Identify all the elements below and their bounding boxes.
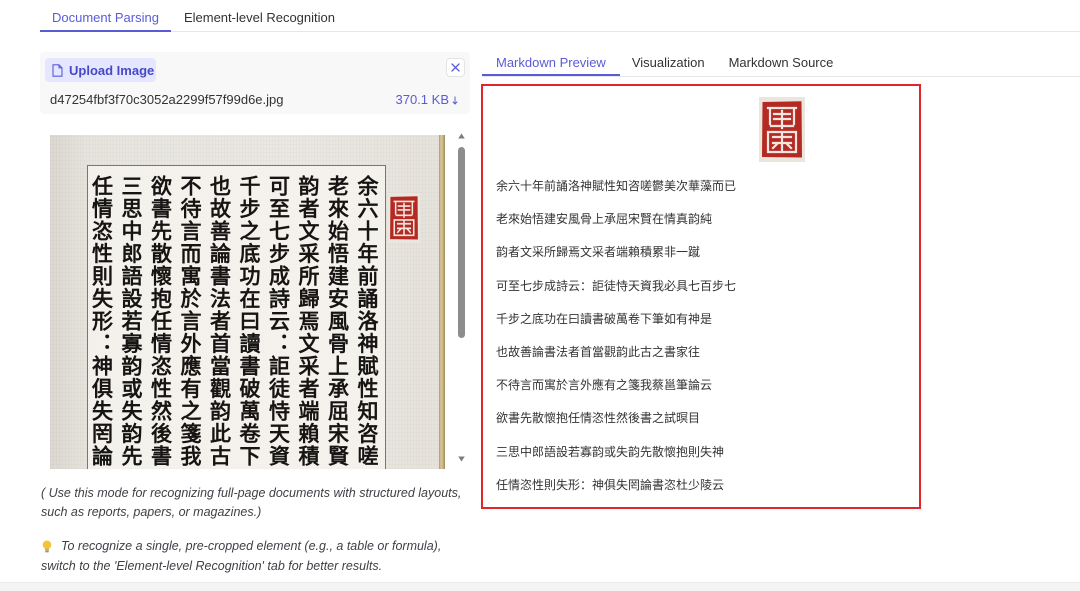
usage-tip-line: To recognize a single, pre-cropped eleme…	[61, 539, 442, 553]
calligraphy-column: 韵者文采所歸焉文采者端賴積	[296, 175, 321, 468]
mode-description-line: ( Use this mode for recognizing full-pag…	[41, 486, 462, 500]
calligraphy-column: 三思中郎語設若寡韵或失韵先	[119, 175, 144, 468]
uploaded-image: 余六十年前誦洛神賦性知咨嗟 老來始悟建安風骨上承屈宋賢 韵者文采所歸焉文采者端賴…	[50, 135, 445, 469]
scroll-down-arrow-icon[interactable]	[458, 456, 465, 462]
markdown-line: 可至七步成詩云：詎徒恃天資我必具七百步七	[496, 278, 737, 293]
calligraphy-column: 也故善論書法者首當觀韵此古	[207, 175, 233, 468]
usage-tip: To recognize a single, pre-cropped eleme…	[41, 537, 441, 576]
scrollbar-thumb[interactable]	[458, 147, 465, 338]
file-size: 370.1 KB	[395, 92, 450, 107]
calligraphy-column: 任情恣性則失形：神俱失罔論	[89, 175, 115, 468]
markdown-line: 千步之底功在曰讀書破萬卷下筆如有神是	[496, 311, 713, 326]
calligraphy-column: 欲書先散懷抱任情恣性然後書	[148, 175, 174, 468]
markdown-preview-text: 余六十年前誦洛神賦性知咨嗟鬱美次華藻而已 老來始悟建安風骨上承屈宋賢在情真韵純 …	[496, 170, 736, 502]
file-name: d47254fbf3f70c3052a2299f57f99d6e.jpg	[50, 92, 284, 107]
calligraphy-column: 不待言而寓於言外應有之箋我	[178, 175, 203, 468]
calligraphy-frame: 余六十年前誦洛神賦性知咨嗟 老來始悟建安風骨上承屈宋賢 韵者文采所歸焉文采者端賴…	[87, 165, 386, 469]
calligraphy-column: 可至七步成詩云：詎徒恃天資	[266, 175, 292, 468]
close-icon	[451, 63, 460, 72]
calligraphy-column: 余六十年前誦洛神賦性知咨嗟	[355, 175, 380, 468]
markdown-line: 也故善論書法者首當觀韵此古之書家往	[496, 344, 701, 359]
seal-image	[759, 97, 805, 162]
mode-description-line: such as reports, papers, or magazines.)	[41, 505, 262, 519]
image-preview-panel: 余六十年前誦洛神賦性知咨嗟 老來始悟建安風骨上承屈宋賢 韵者文采所歸焉文采者端賴…	[40, 120, 470, 472]
image-scrollbar[interactable]	[457, 130, 466, 470]
tab-element-level-recognition[interactable]: Element-level Recognition	[171, 0, 348, 32]
scroll-mount-edge	[439, 135, 445, 469]
scroll-up-arrow-icon[interactable]	[458, 133, 465, 139]
markdown-line: 欲書先散懷抱任情恣性然後書之試暝目	[496, 411, 701, 426]
clear-upload-button[interactable]	[446, 58, 465, 77]
tab-document-parsing[interactable]: Document Parsing	[40, 0, 171, 32]
tab-markdown-preview[interactable]: Markdown Preview	[482, 50, 620, 76]
mode-tabs: Document Parsing Element-level Recogniti…	[40, 0, 1080, 32]
lightbulb-icon	[42, 540, 52, 553]
upload-image-label: Upload Image	[69, 62, 155, 78]
markdown-line: 老來始悟建安風骨上承屈宋賢在情真韵純	[496, 212, 713, 227]
download-file-link[interactable]: 370.1 KB	[396, 90, 459, 110]
page-footer-band	[0, 582, 1080, 591]
markdown-line: 任情恣性則失形：神俱失罔論書恣杜少陵云	[496, 477, 725, 492]
upload-panel: Upload Image d47254fbf3f70c3052a2299f57f…	[40, 52, 470, 114]
output-tabs: Markdown Preview Visualization Markdown …	[482, 50, 1080, 77]
seal-stamp-icon	[388, 193, 420, 243]
mode-description: ( Use this mode for recognizing full-pag…	[41, 484, 461, 522]
markdown-line: 三思中郎語設若寡韵或失韵先散懷抱則失神	[496, 444, 725, 459]
markdown-line: 不待言而寓於言外應有之箋我蔡邕筆論云	[496, 378, 713, 393]
download-arrow-icon	[452, 96, 458, 105]
upload-image-button[interactable]: Upload Image	[45, 58, 156, 82]
uploaded-file-row: d47254fbf3f70c3052a2299f57f99d6e.jpg 370…	[50, 90, 458, 110]
tab-visualization[interactable]: Visualization	[620, 50, 717, 76]
markdown-line: 余六十年前誦洛神賦性知咨嗟鬱美次華藻而已	[496, 179, 737, 193]
calligraphy-column: 老來始悟建安風骨上承屈宋賢	[325, 175, 351, 468]
calligraphy-column: 千步之底功在曰讀書破萬卷下	[237, 175, 262, 468]
tab-markdown-source[interactable]: Markdown Source	[717, 50, 846, 76]
file-icon	[52, 63, 63, 77]
usage-tip-line: switch to the 'Element-level Recognition…	[41, 558, 383, 573]
markdown-line: 韵者文采所歸焉文采者端賴積累非一蹴	[496, 245, 701, 260]
